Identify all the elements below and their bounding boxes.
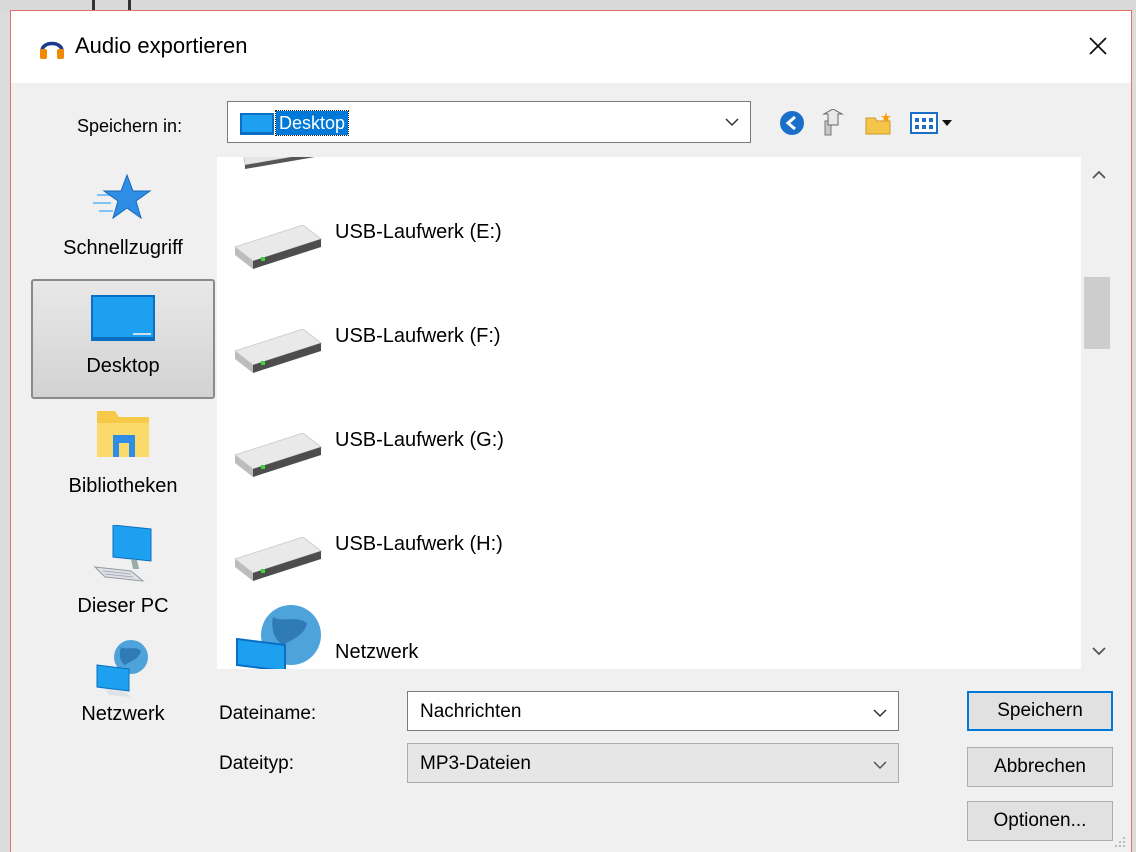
chevron-down-icon <box>873 761 887 770</box>
computer-icon <box>93 525 152 582</box>
network-icon <box>96 640 148 697</box>
chevron-down-icon <box>725 118 739 127</box>
filetype-label: Dateityp: <box>219 753 294 774</box>
file-item-netzwerk[interactable]: Netzwerk <box>217 597 1077 669</box>
filename-label: Dateiname: <box>219 703 317 724</box>
close-icon <box>1089 37 1107 55</box>
places-bar: Schnellzugriff Desktop Bibliotheken Dies… <box>31 161 215 741</box>
headphones-icon <box>40 41 64 59</box>
close-button[interactable] <box>1075 25 1121 67</box>
back-arrow-icon <box>780 111 804 135</box>
new-folder-button[interactable] <box>863 109 895 137</box>
file-list-scrollbar[interactable] <box>1081 157 1117 669</box>
chevron-down-icon <box>873 709 887 718</box>
resize-grip-icon[interactable] <box>1113 835 1127 849</box>
scroll-thumb[interactable] <box>1084 277 1110 349</box>
star-icon <box>93 173 152 220</box>
scroll-down-button[interactable] <box>1081 633 1117 669</box>
place-schnellzugriff[interactable]: Schnellzugriff <box>31 161 215 281</box>
place-netzwerk[interactable]: Netzwerk <box>31 637 215 757</box>
window-title: Audio exportieren <box>75 33 248 58</box>
up-folder-button[interactable] <box>819 109 849 137</box>
drive-icon <box>233 329 323 373</box>
desktop-icon <box>91 295 155 341</box>
export-audio-dialog: Audio exportieren Speichern in: Desktop <box>10 10 1132 852</box>
drive-icon <box>243 157 315 169</box>
filetype-dropdown[interactable]: MP3-Dateien <box>407 743 899 783</box>
drive-icon <box>233 225 323 269</box>
options-button[interactable]: Optionen... <box>967 801 1113 841</box>
drive-icon <box>233 537 323 581</box>
filetype-value: MP3-Dateien <box>420 753 531 774</box>
save-button[interactable]: Speichern <box>967 691 1113 731</box>
place-desktop[interactable]: Desktop <box>31 279 215 399</box>
filename-input[interactable]: Nachrichten <box>407 691 899 731</box>
location-dropdown[interactable]: Desktop <box>227 101 751 143</box>
view-grid-icon <box>910 112 952 134</box>
new-folder-icon <box>865 112 891 135</box>
file-item-usb-f[interactable]: USB-Laufwerk (F:) <box>217 309 1077 413</box>
drive-icon <box>233 433 323 477</box>
chevron-up-icon <box>1092 170 1106 179</box>
title-bar: Audio exportieren <box>11 11 1131 83</box>
place-bibliotheken[interactable]: Bibliotheken <box>31 401 215 521</box>
scroll-up-button[interactable] <box>1081 157 1117 193</box>
place-dieser-pc[interactable]: Dieser PC <box>31 521 215 641</box>
file-list[interactable]: USB-Laufwerk (E:) USB-Laufwerk (F:) USB-… <box>217 157 1117 669</box>
dialog-body: Speichern in: Desktop Schnellzugriff Des… <box>11 83 1131 852</box>
network-globe-icon <box>236 605 321 669</box>
save-in-label: Speichern in: <box>77 116 183 136</box>
up-folder-icon <box>822 109 844 136</box>
view-menu-button[interactable] <box>907 109 957 137</box>
file-item-usb-e[interactable]: USB-Laufwerk (E:) <box>217 205 1077 309</box>
desktop-icon <box>240 113 274 135</box>
filename-value: Nachrichten <box>420 701 522 722</box>
file-item-usb-g[interactable]: USB-Laufwerk (G:) <box>217 413 1077 517</box>
back-button[interactable] <box>777 109 807 137</box>
libraries-folder-icon <box>97 411 149 457</box>
cancel-button[interactable]: Abbrechen <box>967 747 1113 787</box>
chevron-down-icon <box>1092 647 1106 656</box>
location-value: Desktop <box>274 110 350 136</box>
